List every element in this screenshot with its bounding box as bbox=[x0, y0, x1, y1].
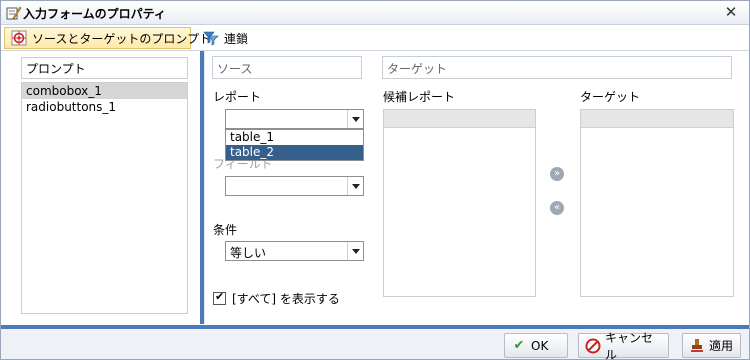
field-combobox[interactable] bbox=[225, 176, 364, 196]
window-title: 入力フォームのプロパティ bbox=[23, 7, 166, 21]
report-combobox[interactable] bbox=[225, 109, 364, 129]
source-field[interactable]: ソース bbox=[212, 56, 362, 79]
chevron-down-icon[interactable] bbox=[347, 242, 363, 260]
double-chevron-left-icon[interactable]: « bbox=[550, 201, 564, 215]
target-label: ターゲット bbox=[580, 90, 641, 104]
condition-label: 条件 bbox=[213, 223, 238, 237]
close-icon[interactable]: ✕ bbox=[723, 4, 739, 20]
prompt-list-header: プロンプト bbox=[21, 57, 188, 79]
candidate-report-list[interactable] bbox=[383, 109, 536, 297]
chevron-down-icon[interactable] bbox=[347, 177, 363, 195]
dialog-window: 入力フォームのプロパティ ✕ ソースとターゲットのプロンプト 連鎖 プロンプト … bbox=[0, 0, 750, 360]
title-bar[interactable]: 入力フォームのプロパティ ✕ bbox=[1, 1, 749, 25]
target-icon bbox=[11, 30, 27, 46]
no-entry-icon bbox=[585, 338, 601, 354]
tab-chain[interactable]: 連鎖 bbox=[197, 27, 254, 49]
prompt-item-combobox[interactable]: combobox_1 bbox=[22, 83, 187, 99]
cancel-button[interactable]: キャンセル bbox=[578, 331, 669, 360]
panel-divider bbox=[200, 51, 204, 324]
report-label: レポート bbox=[213, 90, 262, 104]
ok-button[interactable]: ✔ OK bbox=[504, 333, 568, 358]
tab-label: 連鎖 bbox=[224, 31, 249, 46]
chevron-down-icon[interactable] bbox=[347, 110, 363, 128]
apply-button[interactable]: 適用 bbox=[682, 333, 741, 358]
prompt-panel: プロンプト combobox_1 radiobuttons_1 bbox=[4, 51, 200, 324]
source-target-panel: ソース レポート table_1 table_2 フィールド 条件 等しい [す bbox=[205, 51, 748, 324]
condition-combobox-value: 等しい bbox=[230, 246, 267, 260]
target-list-header bbox=[581, 110, 733, 128]
content-area: プロンプト combobox_1 radiobuttons_1 ソース レポート… bbox=[4, 51, 748, 324]
tab-source-target-prompts[interactable]: ソースとターゲットのプロンプト bbox=[4, 27, 211, 49]
apply-button-label: 適用 bbox=[709, 339, 734, 353]
report-dropdown-list[interactable]: table_1 table_2 bbox=[225, 129, 364, 161]
cancel-button-label: キャンセル bbox=[605, 330, 654, 360]
report-option-table1[interactable]: table_1 bbox=[226, 130, 363, 145]
show-all-checkbox[interactable] bbox=[213, 290, 226, 305]
double-chevron-right-icon[interactable]: » bbox=[550, 167, 564, 181]
stamp-icon bbox=[689, 338, 705, 354]
show-all-label[interactable]: [すべて] を表示する bbox=[232, 290, 340, 307]
candidate-list-header bbox=[384, 110, 535, 128]
chain-filter-icon bbox=[203, 30, 219, 46]
checkmark-icon: ✔ bbox=[513, 337, 525, 353]
report-option-table2[interactable]: table_2 bbox=[226, 145, 363, 160]
target-field[interactable]: ターゲット bbox=[382, 56, 732, 79]
prompt-list[interactable]: combobox_1 radiobuttons_1 bbox=[21, 82, 188, 314]
tab-bar: ソースとターゲットのプロンプト 連鎖 bbox=[1, 25, 749, 51]
tab-label: ソースとターゲットのプロンプト bbox=[32, 31, 212, 46]
footer-bar: ✔ OK キャンセル 適用 bbox=[1, 329, 749, 360]
ok-button-label: OK bbox=[531, 338, 549, 353]
target-list[interactable] bbox=[580, 109, 734, 297]
candidate-report-label: 候補レポート bbox=[383, 90, 456, 104]
prompt-item-radiobuttons[interactable]: radiobuttons_1 bbox=[22, 99, 187, 115]
form-properties-icon bbox=[4, 4, 22, 22]
condition-combobox[interactable]: 等しい bbox=[225, 241, 364, 261]
